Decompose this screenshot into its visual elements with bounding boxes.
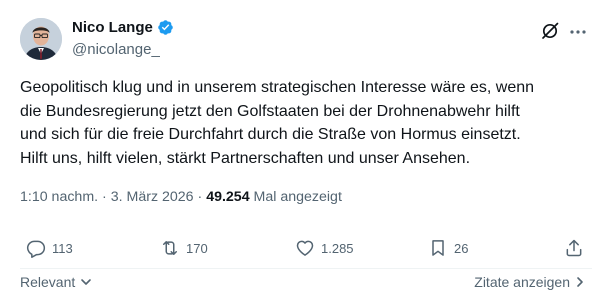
view-quotes-link[interactable]: Zitate anzeigen [474,274,586,290]
quotes-label: Zitate anzeigen [474,274,570,290]
sort-label: Relevant [20,274,76,290]
bookmark-count: 26 [454,240,469,256]
bookmark-button[interactable]: 26 [428,237,468,259]
tweet-line: Hilft uns, hilft vielen, stärkt Partners… [20,149,471,167]
reply-count: 113 [52,240,73,256]
chevron-right-icon [577,277,583,287]
author-name[interactable]: Nico Lange [72,19,174,36]
author-name-text[interactable]: Nico Lange [72,19,153,36]
reply-icon [26,240,46,258]
more-icon[interactable] [568,22,588,42]
tweet-time[interactable]: 1:10 nachm. [20,189,98,205]
avatar[interactable] [20,18,62,60]
tweet-line: und sich für die freie Durchfahrt durch … [20,126,521,143]
like-count: 1.285 [321,240,354,256]
share-button[interactable] [564,237,584,259]
like-icon [296,240,314,256]
grok-icon[interactable] [540,21,560,41]
bookmark-icon [432,240,444,256]
tweet-text: Geopolitisch klug und in unserem strateg… [20,76,592,170]
chevron-down-icon [81,279,92,285]
sort-dropdown[interactable]: Relevant [20,274,93,290]
repost-button[interactable]: 170 [160,237,208,259]
tweet-date[interactable]: 3. März 2026 [111,189,194,205]
views-label: Mal angezeigt [253,189,342,205]
like-button[interactable]: 1.285 [295,237,354,259]
meta-separator: · [102,189,107,205]
repost-icon [163,241,177,255]
author-handle[interactable]: @nicolange_ [72,41,160,58]
divider [20,268,592,269]
verified-badge-icon [158,20,173,35]
meta-separator: · [197,189,203,205]
share-icon [566,239,582,257]
tweet-line: Geopolitisch klug und in unserem strateg… [20,79,535,96]
views-count: 49.254 [206,189,250,205]
tweet-meta: 1:10 nachm. · 3. März 2026 · 49.254 Mal … [20,189,342,205]
reply-button[interactable]: 113 [26,237,73,259]
repost-count: 170 [186,240,208,256]
tweet-line: die Bundesregierung jetzt den Golfstaate… [20,102,520,120]
